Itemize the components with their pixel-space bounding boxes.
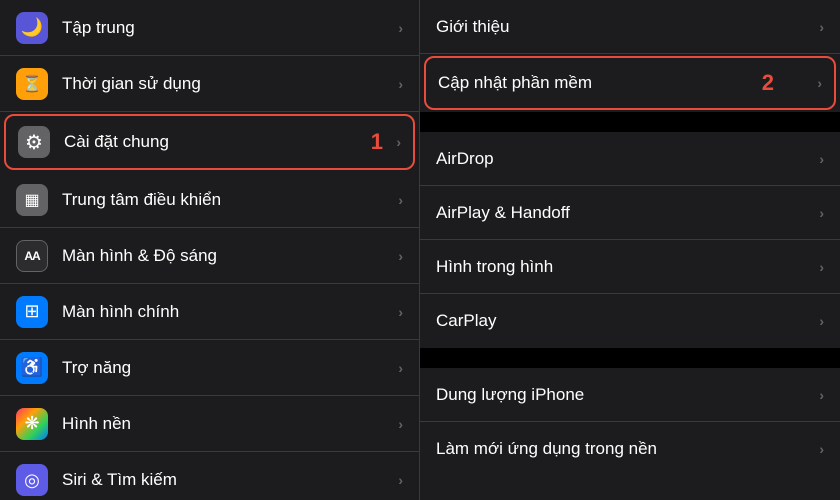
hinh-nen-icon: ❋	[16, 408, 48, 440]
right-item-lam-moi-ung-dung[interactable]: Làm mới ứng dụng trong nền ›	[420, 422, 840, 476]
chevron-icon: ›	[398, 248, 403, 264]
right-panel: Giới thiệu › Cập nhật phần mềm 2 › AirDr…	[420, 0, 840, 500]
dung-luong-label: Dung lượng iPhone	[436, 385, 819, 405]
sidebar-item-thoi-gian-su-dung[interactable]: ⏳ Thời gian sử dụng ›	[0, 56, 419, 112]
left-panel: 🌙 Tập trung › ⏳ Thời gian sử dụng › ⚙ Cà…	[0, 0, 420, 500]
man-hinh-label: Màn hình & Độ sáng	[62, 246, 398, 266]
right-group-3: Dung lượng iPhone › Làm mới ứng dụng tro…	[420, 368, 840, 476]
chevron-icon: ›	[817, 75, 822, 91]
chevron-icon: ›	[819, 205, 824, 221]
sidebar-item-man-hinh-chinh[interactable]: ⊞ Màn hình chính ›	[0, 284, 419, 340]
chevron-icon: ›	[819, 151, 824, 167]
hinh-nen-label: Hình nền	[62, 414, 398, 434]
sidebar-item-man-hinh-do-sang[interactable]: AA Màn hình & Độ sáng ›	[0, 228, 419, 284]
sidebar-item-tap-trung[interactable]: 🌙 Tập trung ›	[0, 0, 419, 56]
man-hinh-chinh-icon: ⊞	[16, 296, 48, 328]
tro-nang-icon: ♿	[16, 352, 48, 384]
sidebar-item-tro-nang[interactable]: ♿ Trợ năng ›	[0, 340, 419, 396]
right-item-dung-luong[interactable]: Dung lượng iPhone ›	[420, 368, 840, 422]
siri-icon: ◎	[16, 464, 48, 496]
tap-trung-label: Tập trung	[62, 18, 398, 38]
chevron-icon: ›	[398, 360, 403, 376]
airdrop-label: AirDrop	[436, 149, 819, 169]
gioi-thieu-label: Giới thiệu	[436, 17, 819, 37]
cai-dat-label: Cài đặt chung	[64, 132, 396, 152]
chevron-icon: ›	[396, 134, 401, 150]
hinh-trong-hinh-label: Hình trong hình	[436, 257, 819, 277]
chevron-icon: ›	[819, 441, 824, 457]
badge-number-2: 2	[762, 70, 774, 96]
chevron-icon: ›	[819, 313, 824, 329]
man-hinh-icon: AA	[16, 240, 48, 272]
group-separator-2	[420, 348, 840, 368]
cap-nhat-label: Cập nhật phần mềm	[438, 73, 817, 93]
chevron-icon: ›	[819, 19, 824, 35]
right-item-gioi-thieu[interactable]: Giới thiệu ›	[420, 0, 840, 54]
chevron-icon: ›	[819, 387, 824, 403]
thoi-gian-icon: ⏳	[16, 68, 48, 100]
chevron-icon: ›	[398, 192, 403, 208]
man-hinh-chinh-label: Màn hình chính	[62, 302, 398, 322]
right-group-1: Giới thiệu › Cập nhật phần mềm 2 ›	[420, 0, 840, 110]
sidebar-item-cai-dat-chung[interactable]: ⚙ Cài đặt chung 1 ›	[4, 114, 415, 170]
badge-number-1: 1	[371, 129, 383, 155]
trung-tam-label: Trung tâm điều khiển	[62, 190, 398, 210]
chevron-icon: ›	[398, 304, 403, 320]
sidebar-item-siri-tim-kiem[interactable]: ◎ Siri & Tìm kiếm ›	[0, 452, 419, 500]
right-group-2: AirDrop › AirPlay & Handoff › Hình trong…	[420, 132, 840, 348]
sidebar-item-trung-tam-dieu-khien[interactable]: ▦ Trung tâm điều khiển ›	[0, 172, 419, 228]
right-item-cap-nhat-phan-mem[interactable]: Cập nhật phần mềm 2 ›	[424, 56, 836, 110]
chevron-icon: ›	[819, 259, 824, 275]
siri-label: Siri & Tìm kiếm	[62, 470, 398, 490]
right-item-airdrop[interactable]: AirDrop ›	[420, 132, 840, 186]
right-item-carplay[interactable]: CarPlay ›	[420, 294, 840, 348]
sidebar-item-hinh-nen[interactable]: ❋ Hình nền ›	[0, 396, 419, 452]
carplay-label: CarPlay	[436, 311, 819, 331]
trung-tam-icon: ▦	[16, 184, 48, 216]
tro-nang-label: Trợ năng	[62, 358, 398, 378]
chevron-icon: ›	[398, 76, 403, 92]
chevron-icon: ›	[398, 20, 403, 36]
right-item-hinh-trong-hinh[interactable]: Hình trong hình ›	[420, 240, 840, 294]
tap-trung-icon: 🌙	[16, 12, 48, 44]
airplay-label: AirPlay & Handoff	[436, 203, 819, 223]
group-separator-1	[420, 112, 840, 132]
right-item-airplay-handoff[interactable]: AirPlay & Handoff ›	[420, 186, 840, 240]
left-settings-list: 🌙 Tập trung › ⏳ Thời gian sử dụng › ⚙ Cà…	[0, 0, 419, 500]
chevron-icon: ›	[398, 416, 403, 432]
chevron-icon: ›	[398, 472, 403, 488]
lam-moi-label: Làm mới ứng dụng trong nền	[436, 439, 819, 459]
thoi-gian-label: Thời gian sử dụng	[62, 74, 398, 94]
cai-dat-icon: ⚙	[18, 126, 50, 158]
